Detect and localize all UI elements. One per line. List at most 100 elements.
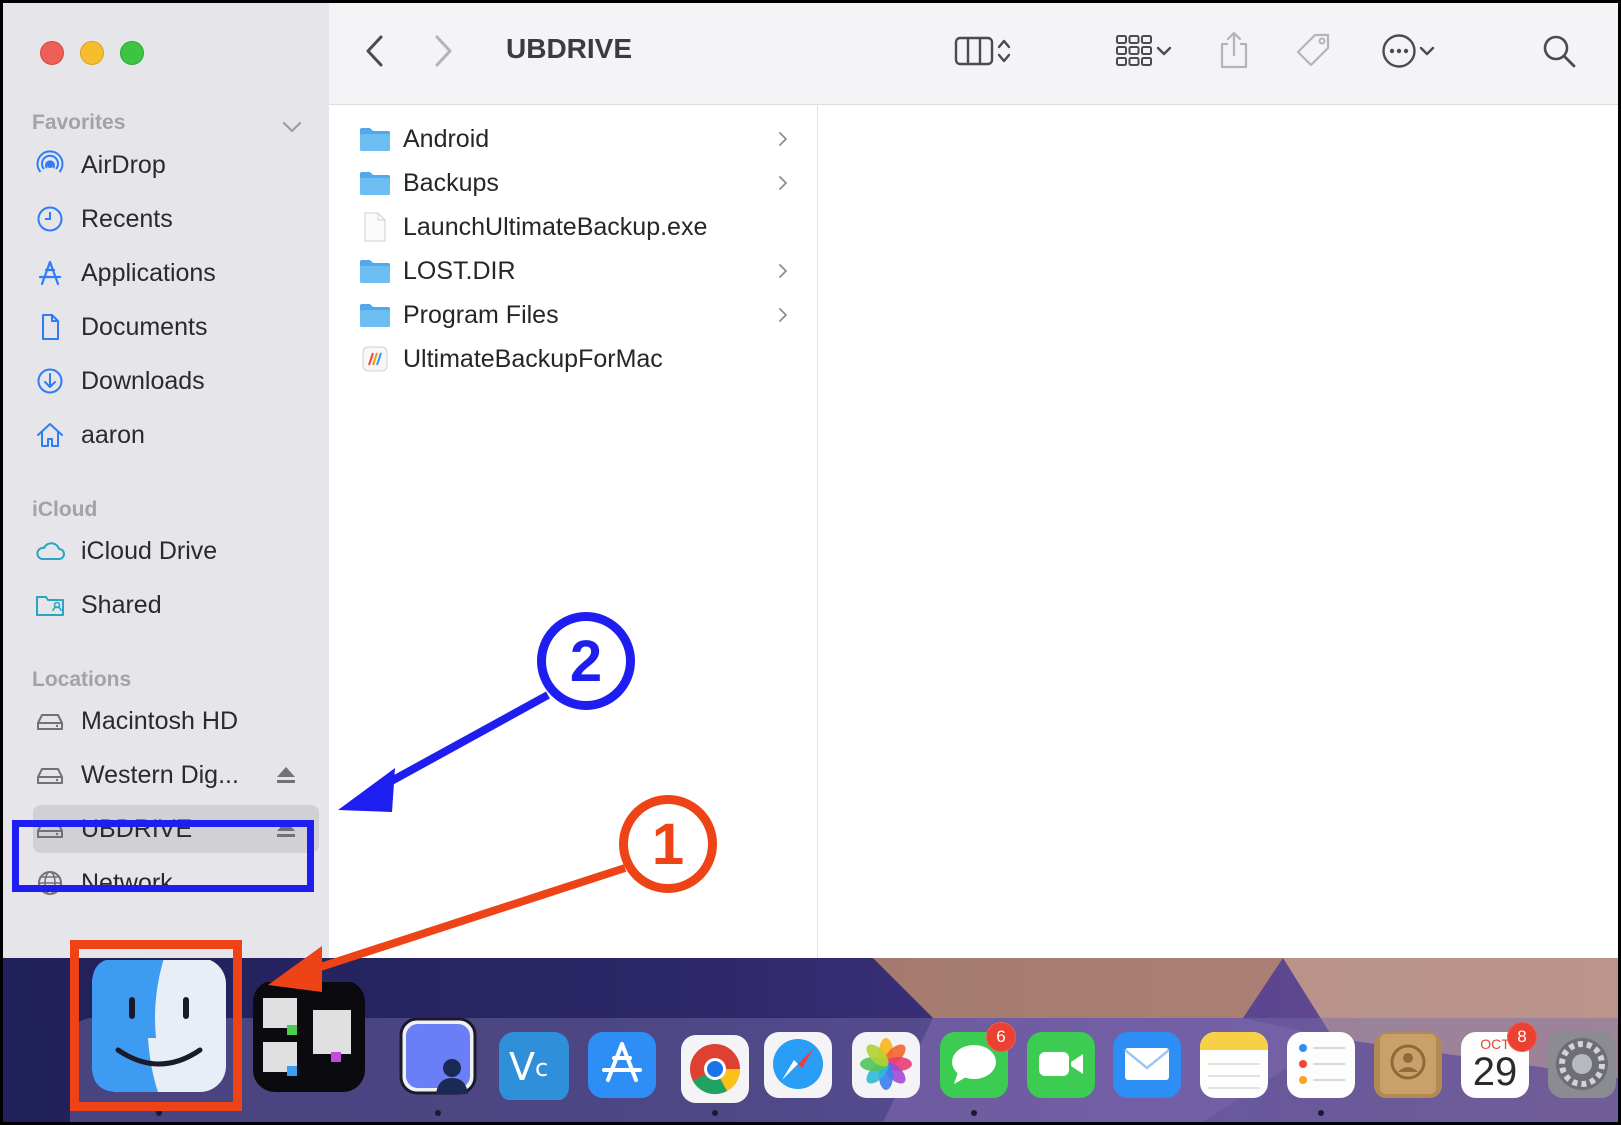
chevron-right-icon xyxy=(779,264,787,278)
columns-view-icon xyxy=(954,36,994,66)
gear-icon xyxy=(1548,1032,1616,1100)
sidebar-item-label: Recents xyxy=(81,204,173,233)
chevron-right-icon xyxy=(779,132,787,146)
drive-icon xyxy=(33,704,67,738)
sidebar-item-label: aaron xyxy=(81,420,145,449)
chevron-down-icon[interactable] xyxy=(281,116,303,138)
svg-text:c: c xyxy=(535,1054,548,1082)
search-button[interactable] xyxy=(1539,31,1579,71)
sidebar-item-label: Macintosh HD xyxy=(81,706,238,735)
file-row[interactable]: LOST.DIR xyxy=(359,249,799,293)
contacts-icon xyxy=(1374,1032,1442,1100)
dock-app-gear[interactable] xyxy=(1548,1032,1616,1100)
zoom-window-button[interactable] xyxy=(120,41,144,65)
icloud-section-title: iCloud xyxy=(32,498,98,521)
dock-app-ultimate-backup[interactable] xyxy=(253,982,365,1094)
ellipsis-circle-icon xyxy=(1382,34,1416,68)
sidebar-item-downloads[interactable]: Downloads xyxy=(33,357,319,405)
chevron-right-icon xyxy=(435,35,452,67)
folder-icon xyxy=(359,256,391,286)
back-button[interactable] xyxy=(359,31,391,71)
close-window-button[interactable] xyxy=(40,41,64,65)
photos-icon xyxy=(852,1032,920,1100)
window-title: UBDRIVE xyxy=(506,33,633,64)
screenshot-frame: Favorites AirDrop Recents Applications D… xyxy=(0,0,1621,1125)
dock-app-screen-sharing[interactable] xyxy=(398,1018,478,1098)
file-row[interactable]: Android xyxy=(359,117,799,161)
dock-app-contacts[interactable] xyxy=(1374,1032,1442,1100)
sidebar-item-label: Documents xyxy=(81,312,208,341)
notification-badge: 6 xyxy=(986,1022,1016,1052)
running-indicator xyxy=(1318,1110,1324,1116)
file-row[interactable]: Backups xyxy=(359,161,799,205)
chevron-updown-icon xyxy=(997,39,1011,63)
vnc-icon: Vc xyxy=(499,1032,569,1102)
share-button[interactable] xyxy=(1214,27,1254,73)
dock-app-mail[interactable] xyxy=(1113,1032,1181,1100)
sidebar-item-icloud-drive[interactable]: iCloud Drive xyxy=(33,527,319,575)
chevron-down-icon xyxy=(1156,46,1172,56)
file-row[interactable]: LaunchUltimateBackup.exe xyxy=(359,205,799,249)
shared-folder-icon xyxy=(33,588,67,622)
chevron-down-icon xyxy=(1419,46,1435,56)
sidebar-item-aaron[interactable]: aaron xyxy=(33,411,319,459)
dock-app-reminders[interactable] xyxy=(1287,1032,1355,1100)
annotation-step-1: 1 xyxy=(619,795,717,893)
share-icon xyxy=(1220,31,1248,69)
view-mode-button[interactable] xyxy=(939,31,1029,71)
folder-icon xyxy=(359,168,391,198)
file-name: Android xyxy=(403,124,490,153)
home-icon xyxy=(33,418,67,452)
safari-icon xyxy=(764,1032,832,1100)
running-indicator xyxy=(712,1110,718,1116)
calendar-day: 29 xyxy=(1472,1050,1518,1094)
cloud-icon xyxy=(33,534,67,568)
minimize-window-button[interactable] xyxy=(80,41,104,65)
chevron-right-icon xyxy=(779,308,787,322)
folder-icon xyxy=(359,300,391,330)
app-store-icon xyxy=(588,1032,656,1100)
sidebar-item-label: Applications xyxy=(81,258,216,287)
group-button[interactable] xyxy=(1104,29,1184,73)
empty-column xyxy=(818,105,1618,958)
drive-icon xyxy=(33,758,67,792)
notes-icon xyxy=(1200,1032,1268,1100)
locations-section-title: Locations xyxy=(32,668,132,691)
sidebar-item-western-digital[interactable]: Western Dig... xyxy=(33,751,319,799)
reminders-icon xyxy=(1287,1032,1355,1100)
dock-app-photos[interactable] xyxy=(852,1032,920,1100)
dock-app-chrome[interactable] xyxy=(676,1032,754,1110)
dock-app-facetime[interactable] xyxy=(1027,1032,1095,1100)
file-row[interactable]: UltimateBackupForMac xyxy=(359,337,799,381)
favorites-section-title: Favorites xyxy=(32,111,126,134)
file-name: UltimateBackupForMac xyxy=(403,344,663,373)
finder-toolbar: UBDRIVE xyxy=(329,3,1618,105)
running-indicator xyxy=(435,1110,441,1116)
sidebar-item-label: AirDrop xyxy=(81,150,166,179)
sidebar-item-recents[interactable]: Recents xyxy=(33,195,319,243)
svg-text:V: V xyxy=(509,1045,535,1089)
file-name: LOST.DIR xyxy=(403,256,516,285)
tag-button[interactable] xyxy=(1291,29,1335,73)
grid-icon xyxy=(1116,35,1152,66)
screen-sharing-icon xyxy=(398,1018,478,1098)
running-indicator xyxy=(971,1110,977,1116)
file-row[interactable]: Program Files xyxy=(359,293,799,337)
file-name: LaunchUltimateBackup.exe xyxy=(403,212,708,241)
notification-badge: 8 xyxy=(1507,1022,1537,1052)
dock-app-safari[interactable] xyxy=(764,1032,832,1100)
dock-app-notes[interactable] xyxy=(1200,1032,1268,1100)
dock-app-vnc[interactable]: Vc xyxy=(499,1032,569,1102)
sidebar-item-macintosh-hd[interactable]: Macintosh HD xyxy=(33,697,319,745)
sidebar-item-applications[interactable]: Applications xyxy=(33,249,319,297)
eject-icon[interactable] xyxy=(275,764,297,786)
dock-app-app-store[interactable] xyxy=(588,1032,656,1100)
document-icon xyxy=(33,310,67,344)
forward-button[interactable] xyxy=(427,31,459,71)
mail-icon xyxy=(1113,1032,1181,1100)
sidebar-item-documents[interactable]: Documents xyxy=(33,303,319,351)
sidebar-item-shared[interactable]: Shared xyxy=(33,581,319,629)
document-file-icon xyxy=(359,212,391,242)
sidebar-item-airdrop[interactable]: AirDrop xyxy=(33,141,319,189)
more-actions-button[interactable] xyxy=(1369,31,1449,71)
